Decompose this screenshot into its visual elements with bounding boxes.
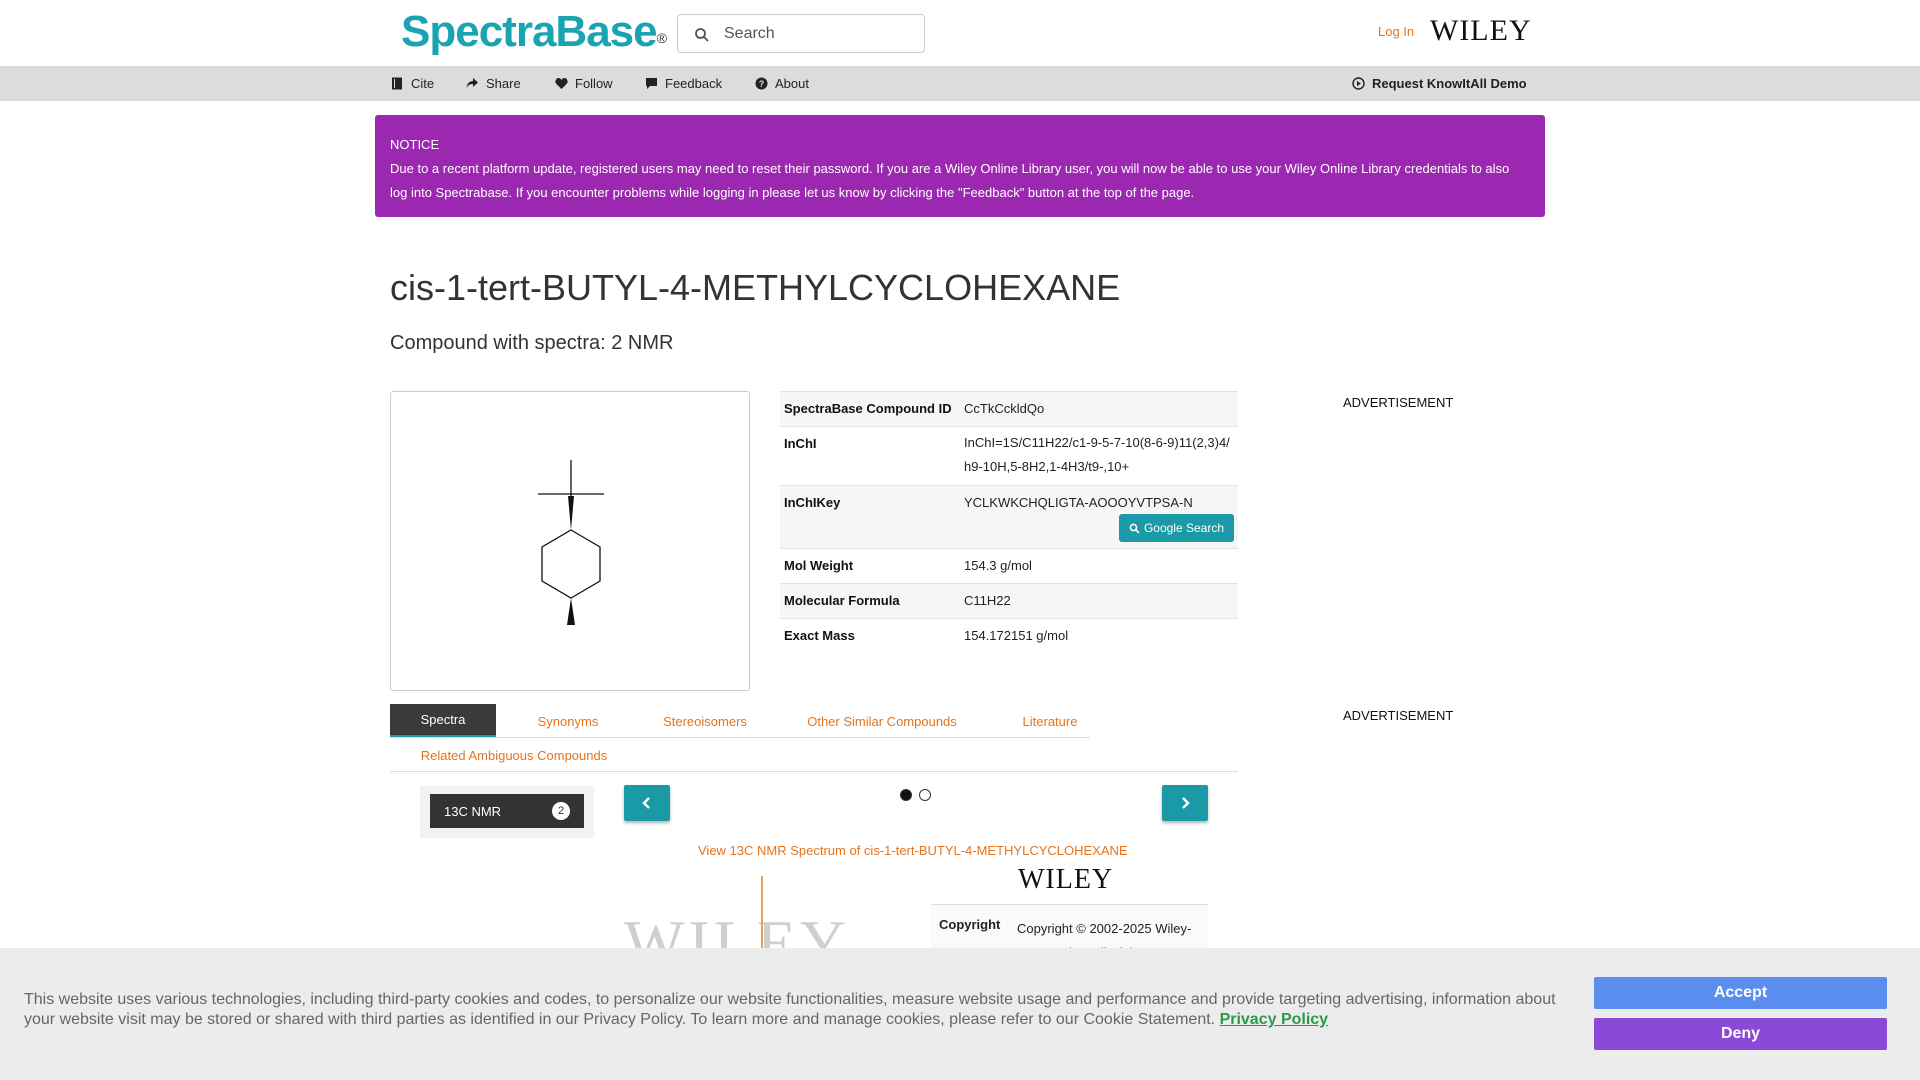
- tab-stereoisomers[interactable]: Stereoisomers: [640, 704, 770, 738]
- property-row: InChIKey YCLKWKCHQLIGTA-AOOOYVTPSA-N Goo…: [780, 485, 1238, 548]
- spectrabase-logo[interactable]: SpectraBase®: [401, 8, 667, 56]
- share-icon: [466, 78, 478, 88]
- heart-icon: [555, 78, 568, 89]
- top-header: SpectraBase® Log In WILEY: [0, 0, 1920, 66]
- privacy-policy-link[interactable]: Privacy Policy: [1220, 1011, 1329, 1028]
- notice-body: Due to a recent platform update, registe…: [390, 161, 1510, 200]
- search-icon: [1129, 523, 1140, 534]
- next-button[interactable]: [1162, 785, 1208, 821]
- accept-button[interactable]: Accept: [1594, 977, 1887, 1009]
- notice-banner: NOTICE Due to a recent platform update, …: [375, 115, 1545, 217]
- tab-divider: [390, 771, 1238, 772]
- login-link[interactable]: Log In: [1378, 24, 1414, 39]
- notice-heading: NOTICE: [390, 137, 440, 152]
- book-icon: [392, 77, 402, 90]
- question-circle-icon: ?: [755, 77, 768, 90]
- wiley-logo: WILEY: [1018, 864, 1114, 895]
- follow-button[interactable]: Follow: [555, 76, 613, 91]
- tab-literature[interactable]: Literature: [990, 704, 1110, 738]
- deny-button[interactable]: Deny: [1594, 1018, 1887, 1050]
- share-button[interactable]: Share: [466, 76, 521, 91]
- property-row: Exact Mass 154.172151 g/mol: [780, 618, 1238, 653]
- tab-related-ambiguous-compounds[interactable]: Related Ambiguous Compounds: [390, 738, 638, 772]
- play-circle-icon: [1352, 77, 1365, 90]
- svg-text:?: ?: [759, 79, 765, 89]
- search-box[interactable]: [677, 14, 925, 53]
- tab-spectra[interactable]: Spectra: [390, 704, 496, 738]
- request-demo-button[interactable]: Request KnowItAll Demo: [1352, 76, 1527, 91]
- carousel-dot[interactable]: [900, 789, 912, 801]
- property-row: Mol Weight 154.3 g/mol: [780, 548, 1238, 583]
- page-title: cis-1-tert-BUTYL-4-METHYLCYCLOHEXANE: [390, 267, 1121, 308]
- cite-button[interactable]: Cite: [391, 76, 434, 91]
- advertisement-label: ADVERTISEMENT: [1343, 708, 1454, 723]
- tab-other-similar-compounds[interactable]: Other Similar Compounds: [782, 704, 982, 738]
- carousel-dot[interactable]: [919, 789, 931, 801]
- search-icon: [695, 28, 709, 42]
- spectra-list: 13C NMR 2: [420, 786, 594, 838]
- advertisement-label: ADVERTISEMENT: [1343, 395, 1454, 410]
- cookie-banner: This website uses various technologies, …: [0, 948, 1920, 1080]
- spectrum-item-13c-nmr[interactable]: 13C NMR 2: [430, 794, 584, 828]
- tab-bar: Spectra Synonyms Stereoisomers Other Sim…: [390, 704, 1238, 772]
- tab-synonyms[interactable]: Synonyms: [508, 704, 628, 738]
- feedback-button[interactable]: Feedback: [645, 76, 722, 91]
- structure-image: [390, 391, 750, 691]
- comment-icon: [646, 78, 657, 89]
- spectrum-thumbnail[interactable]: WILEY: [620, 872, 900, 952]
- property-row: SpectraBase Compound ID CcTkCckldQo: [780, 391, 1238, 426]
- nav-bar: Cite Share Follow Feedback ? About Reque…: [0, 66, 1920, 101]
- chevron-left-icon: [642, 797, 650, 809]
- previous-button[interactable]: [624, 785, 670, 821]
- view-spectrum-link[interactable]: View 13C NMR Spectrum of cis-1-tert-BUTY…: [698, 843, 1128, 858]
- wiley-logo[interactable]: WILEY: [1430, 14, 1532, 48]
- google-search-button[interactable]: Google Search: [1118, 514, 1234, 542]
- chevron-right-icon: [1182, 797, 1190, 809]
- spectrum-peak: [761, 876, 763, 952]
- wiley-watermark: WILEY: [624, 907, 851, 952]
- about-button[interactable]: ? About: [755, 76, 809, 91]
- property-table: SpectraBase Compound ID CcTkCckldQo InCh…: [780, 391, 1238, 653]
- property-row: InChI InChI=1S/C11H22/c1-9-5-7-10(8-6-9)…: [780, 426, 1238, 485]
- page-subtitle: Compound with spectra: 2 NMR: [390, 332, 674, 354]
- property-row: Molecular Formula C11H22: [780, 583, 1238, 618]
- molecule-structure: [538, 460, 604, 625]
- count-badge: 2: [552, 802, 570, 820]
- search-input[interactable]: [724, 23, 914, 45]
